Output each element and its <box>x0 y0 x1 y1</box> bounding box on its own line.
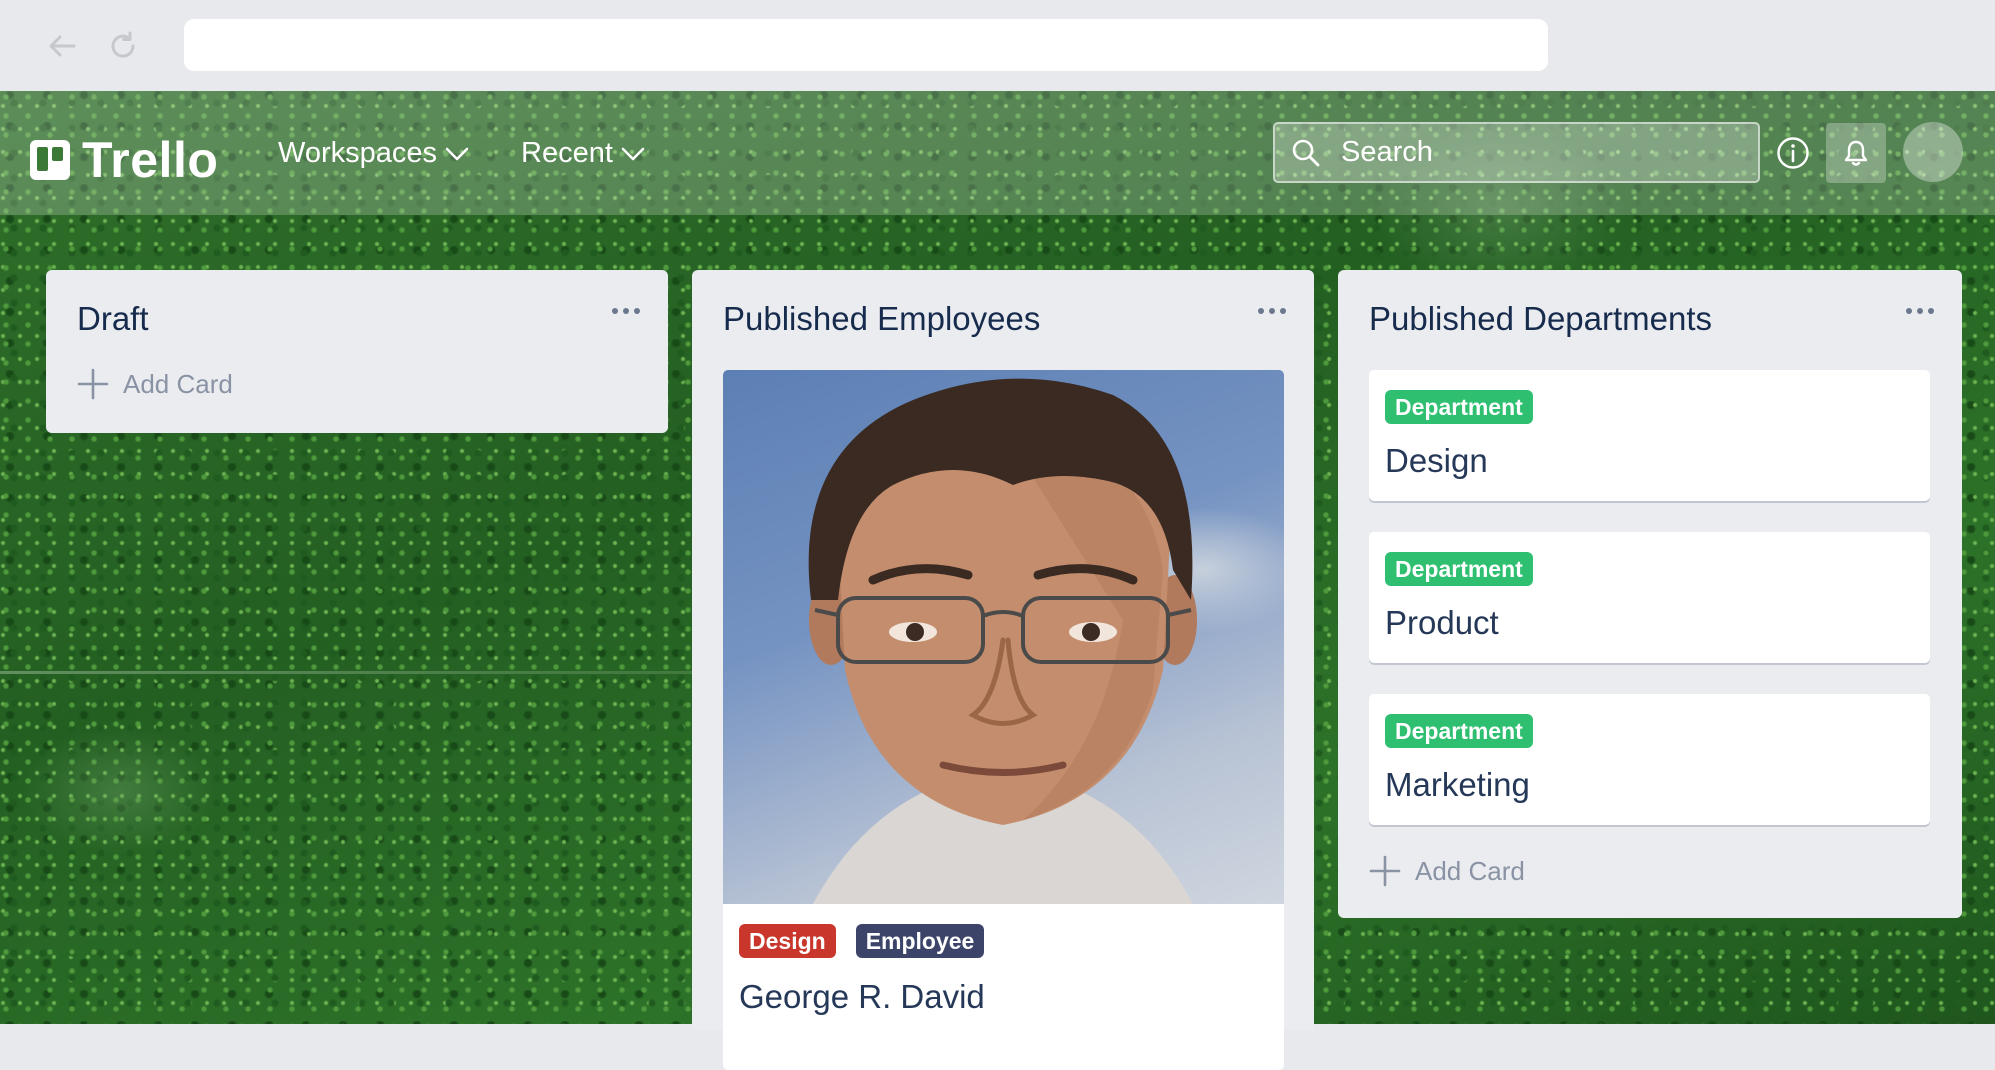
card-title: Design <box>1385 442 1488 479</box>
list-menu-button[interactable] <box>1258 308 1286 314</box>
search-box[interactable] <box>1273 122 1760 183</box>
back-button[interactable] <box>42 26 82 66</box>
search-icon <box>1291 136 1325 170</box>
workspaces-menu[interactable]: Workspaces <box>278 137 469 170</box>
board-header: Trello Workspaces Recent <box>0 91 1995 215</box>
department-card-design[interactable]: Department Design <box>1369 370 1930 501</box>
chevron-down-icon <box>621 147 645 160</box>
more-icon <box>1258 308 1264 314</box>
label-design: Design <box>739 924 836 958</box>
department-card-marketing[interactable]: Department Marketing <box>1369 694 1930 825</box>
list-published-departments: Published Departments Department Design … <box>1338 270 1962 918</box>
label-department: Department <box>1385 552 1533 586</box>
list-draft: Draft Add Card <box>46 270 668 433</box>
search-input[interactable] <box>1339 135 1723 170</box>
reload-icon <box>111 31 135 58</box>
add-card-button[interactable]: Add Card <box>1369 855 1525 887</box>
info-icon <box>1777 137 1809 169</box>
list-title: Published Employees <box>723 300 1041 337</box>
plus-icon <box>77 368 109 400</box>
card-labels: Design Employee <box>739 924 985 958</box>
reload-button[interactable] <box>103 26 143 66</box>
card-title: George R. David <box>739 978 985 1015</box>
more-icon <box>1906 308 1912 314</box>
card-title: Marketing <box>1385 766 1530 803</box>
list-published-employees: Published Employees Design Employee Geor… <box>692 270 1314 1070</box>
browser-toolbar <box>0 0 1995 91</box>
notifications-button[interactable] <box>1826 123 1886 183</box>
list-menu-button[interactable] <box>612 308 640 314</box>
workspaces-label: Workspaces <box>278 137 438 169</box>
label-department: Department <box>1385 390 1533 424</box>
card-title: Product <box>1385 604 1499 641</box>
recent-menu[interactable]: Recent <box>521 137 645 170</box>
department-card-product[interactable]: Department Product <box>1369 532 1930 663</box>
label-employee: Employee <box>855 924 985 958</box>
add-card-label: Add Card <box>123 368 233 399</box>
employee-card[interactable]: Design Employee George R. David <box>723 370 1284 1070</box>
address-bar[interactable] <box>184 19 1548 71</box>
bell-icon <box>1844 140 1868 166</box>
more-icon <box>612 308 618 314</box>
avatar[interactable] <box>1903 122 1963 182</box>
info-button[interactable] <box>1774 134 1812 172</box>
employee-photo <box>723 370 1284 904</box>
add-card-button[interactable]: Add Card <box>77 368 233 400</box>
plus-icon <box>1369 855 1401 887</box>
list-title: Published Departments <box>1369 300 1713 337</box>
list-menu-button[interactable] <box>1906 308 1934 314</box>
trello-logo[interactable]: Trello <box>30 131 218 189</box>
logo-text: Trello <box>82 132 219 188</box>
add-card-label: Add Card <box>1415 855 1525 886</box>
trello-logo-icon <box>30 140 70 180</box>
label-department: Department <box>1385 714 1533 748</box>
chevron-down-icon <box>445 147 469 160</box>
recent-label: Recent <box>521 137 613 169</box>
arrow-left-icon <box>49 35 76 57</box>
list-title: Draft <box>77 300 149 337</box>
